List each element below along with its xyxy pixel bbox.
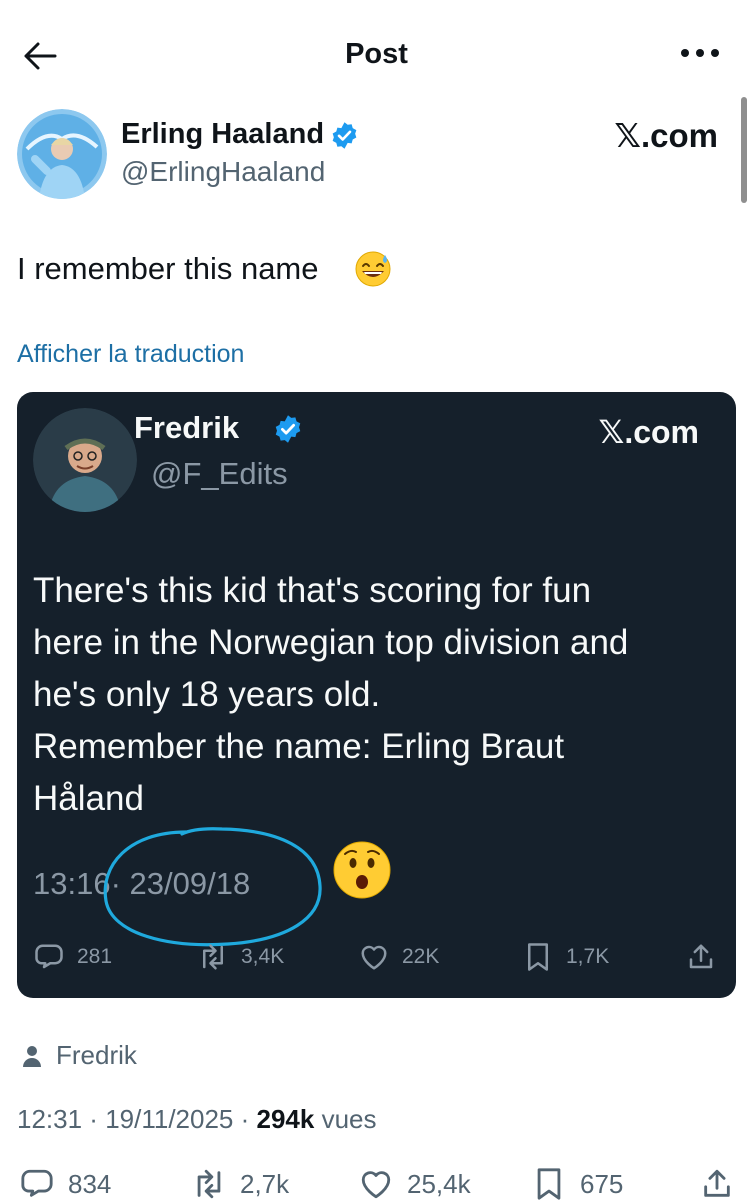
quoted-repost-action[interactable]: 3,4K <box>198 940 284 974</box>
quoted-like-count: 22K <box>402 945 440 968</box>
bookmark-count: 675 <box>580 1168 624 1199</box>
quoted-author-name[interactable]: Fredrik <box>134 410 239 446</box>
quoted-post-text: There's this kid that's scoring for fun … <box>33 571 629 818</box>
repost-action[interactable]: 2,7k <box>192 1166 289 1202</box>
post-date[interactable]: 19/11/2025 <box>105 1104 233 1134</box>
quoted-date: 23/09/18 <box>129 866 251 901</box>
bookmark-icon <box>537 1168 561 1200</box>
quoted-like-action[interactable]: 22K <box>359 940 439 974</box>
share-icon <box>704 1169 730 1197</box>
reply-icon <box>35 944 63 969</box>
translate-link[interactable]: Afficher la traduction <box>17 340 244 369</box>
viewer-label: Fredrik <box>56 1040 137 1070</box>
repost-count: 2,7k <box>240 1168 290 1199</box>
repost-icon <box>203 944 223 970</box>
viewer-row: Fredrik <box>22 1040 137 1071</box>
quoted-bookmark-count: 1,7K <box>566 945 610 968</box>
reply-count: 834 <box>68 1168 112 1199</box>
surprised-emoji <box>333 841 391 899</box>
post-meta: 12:31 · 19/11/2025 · 294k vues <box>17 1104 377 1134</box>
share-icon <box>689 944 713 969</box>
author-avatar[interactable] <box>17 109 107 199</box>
reply-icon <box>21 1169 53 1197</box>
bookmark-action[interactable]: 675 <box>532 1166 623 1202</box>
quoted-reply-action[interactable]: 281 <box>34 940 112 974</box>
views-count: 294k <box>256 1104 315 1134</box>
quoted-author-avatar[interactable] <box>33 408 137 512</box>
more-icon[interactable] <box>678 46 722 60</box>
quoted-time: 13:16 <box>33 866 111 901</box>
like-icon <box>361 1171 391 1199</box>
like-icon <box>361 945 387 970</box>
person-icon <box>23 1045 41 1067</box>
scrollbar[interactable] <box>741 97 747 203</box>
quoted-timestamp: 13:16· 23/09/18 <box>33 866 250 902</box>
views-label: vues <box>321 1104 377 1134</box>
post-text: I remember this name <box>17 251 319 286</box>
post-time[interactable]: 12:31 <box>17 1104 82 1134</box>
verified-badge-icon <box>332 122 357 149</box>
quoted-source-label: 𝕏.com <box>598 414 699 450</box>
quoted-share-action[interactable] <box>686 940 729 974</box>
repost-icon <box>197 1169 221 1199</box>
bookmark-icon <box>528 943 548 971</box>
like-count: 25,4k <box>407 1168 471 1199</box>
page-title: Post <box>345 38 408 70</box>
like-action[interactable]: 25,4k <box>359 1166 471 1202</box>
source-label: 𝕏.com <box>614 117 718 154</box>
sweat-smile-emoji <box>355 251 391 287</box>
separator-dot: · <box>110 866 130 901</box>
quoted-author-handle[interactable]: @F_Edits <box>151 456 288 492</box>
reply-action[interactable]: 834 <box>20 1166 111 1202</box>
author-handle[interactable]: @ErlingHaaland <box>121 156 325 188</box>
quoted-reply-count: 281 <box>77 945 113 968</box>
verified-badge-icon <box>275 415 301 443</box>
quoted-bookmark-action[interactable]: 1,7K <box>523 940 609 974</box>
quoted-repost-count: 3,4K <box>241 945 285 968</box>
author-name[interactable]: Erling Haaland <box>121 118 324 151</box>
share-action[interactable] <box>700 1166 748 1202</box>
